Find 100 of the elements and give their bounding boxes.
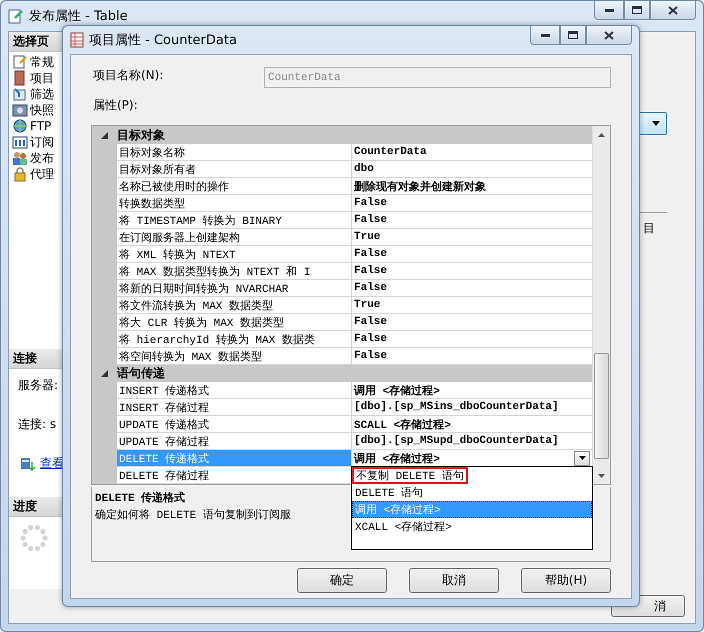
value-text: False xyxy=(354,248,388,260)
property-name[interactable]: DELETE 存储过程 xyxy=(117,467,352,484)
property-name[interactable]: 转换数据类型 xyxy=(117,195,352,212)
close-button[interactable] xyxy=(586,26,632,45)
properties-label: 属性(P): xyxy=(93,97,139,114)
property-name[interactable]: INSERT 传递格式 xyxy=(117,382,352,399)
dropdown-option[interactable]: DELETE 语句 xyxy=(352,484,592,501)
sidebar-item[interactable]: 订阅 xyxy=(12,134,54,150)
page-icon xyxy=(12,54,28,70)
table-icon xyxy=(12,134,28,150)
name-label: 项目名称(N): xyxy=(93,67,164,84)
globe-icon xyxy=(12,118,28,134)
value-text: True xyxy=(354,231,382,243)
property-value[interactable]: SCALL <存储过程> xyxy=(352,416,592,433)
property-name[interactable]: 将 TIMESTAMP 转换为 BINARY xyxy=(117,212,352,229)
value-text: False xyxy=(354,282,388,294)
sidebar-item[interactable]: 常规 xyxy=(12,54,54,70)
close-button[interactable] xyxy=(650,1,696,20)
value-text: False xyxy=(354,214,388,226)
close-icon xyxy=(604,30,614,40)
property-name[interactable]: 将大 CLR 转换为 MAX 数据类型 xyxy=(117,314,352,331)
property-value[interactable]: 调用 <存储过程> xyxy=(352,382,592,399)
view-link[interactable]: 查看 xyxy=(40,455,64,472)
value-text: SCALL <存储过程> xyxy=(354,418,452,432)
value-text: False xyxy=(354,265,388,277)
help-button[interactable]: 帮助(H) xyxy=(521,568,611,593)
dropdown-button[interactable] xyxy=(574,450,590,466)
sidebar-item[interactable]: 发布 xyxy=(12,150,54,166)
property-value[interactable]: False xyxy=(352,263,592,280)
lock-icon xyxy=(12,166,28,182)
property-value[interactable]: [dbo].[sp_MSupd_dboCounterData] xyxy=(352,433,592,450)
dropdown-option[interactable]: 不复制 DELETE 语句 xyxy=(352,467,468,484)
property-value[interactable]: False xyxy=(352,246,592,263)
property-name[interactable]: 目标对象所有者 xyxy=(117,161,352,178)
maximize-button[interactable] xyxy=(560,26,586,45)
dropdown-option[interactable]: XCALL <存储过程> xyxy=(352,518,592,535)
value-text: True xyxy=(354,299,382,311)
sidebar-item[interactable]: FTP xyxy=(12,118,52,134)
property-value[interactable]: False xyxy=(352,314,592,331)
option-label: 目 xyxy=(643,220,655,237)
minimize-icon xyxy=(604,8,614,12)
property-value[interactable]: False xyxy=(352,212,592,229)
value-text: 调用 <存储过程> xyxy=(354,452,441,466)
cancel-button[interactable]: 取消 xyxy=(409,568,499,593)
value-text: 删除现有对象并创建新对象 xyxy=(354,180,487,194)
value-text: False xyxy=(354,350,388,362)
ok-button[interactable]: 确定 xyxy=(297,568,387,593)
value-text: False xyxy=(354,316,388,328)
server-label: 服务器: xyxy=(18,377,58,394)
property-value[interactable]: CounterData xyxy=(352,144,592,161)
minimize-button[interactable] xyxy=(530,26,560,45)
value-text: [dbo].[sp_MSupd_dboCounterData] xyxy=(354,435,560,447)
property-name[interactable]: 将文件流转换为 MAX 数据类型 xyxy=(117,297,352,314)
property-value[interactable]: False xyxy=(352,331,592,348)
spinner-icon xyxy=(19,523,49,553)
property-value[interactable]: False xyxy=(352,348,592,365)
property-name[interactable]: 在订阅服务器上创建架构 xyxy=(117,229,352,246)
property-value[interactable]: dbo xyxy=(352,161,592,178)
property-name[interactable]: INSERT 存储过程 xyxy=(117,399,352,416)
maximize-button[interactable] xyxy=(624,1,650,20)
maximize-icon xyxy=(568,31,578,39)
filter-icon xyxy=(12,86,28,102)
collapse-icon[interactable] xyxy=(101,132,108,139)
minimize-button[interactable] xyxy=(594,1,624,20)
window-title: 发布属性 - Table xyxy=(29,8,129,25)
property-value[interactable]: False xyxy=(352,280,592,297)
property-name[interactable]: UPDATE 存储过程 xyxy=(117,433,352,450)
value-text: 调用 <存储过程> xyxy=(354,384,441,398)
value-text: CounterData xyxy=(354,146,428,158)
sidebar-item[interactable]: 项目 xyxy=(12,70,54,86)
table-icon xyxy=(70,32,84,48)
scroll-down-icon[interactable] xyxy=(598,474,605,478)
server-icon xyxy=(20,456,36,472)
property-name[interactable]: 将新的日期时间转换为 NVARCHAR xyxy=(117,280,352,297)
scroll-thumb[interactable] xyxy=(594,353,609,459)
value-text: False xyxy=(354,333,388,345)
scrollbar[interactable] xyxy=(592,126,610,484)
value-text: False xyxy=(354,197,388,209)
people-icon xyxy=(12,150,28,166)
sidebar-item[interactable]: 代理 xyxy=(12,166,54,182)
property-value[interactable]: True xyxy=(352,297,592,314)
property-value[interactable]: [dbo].[sp_MSins_dboCounterData] xyxy=(352,399,592,416)
property-value[interactable]: 删除现有对象并创建新对象 xyxy=(352,178,592,195)
property-name[interactable]: 目标对象名称 xyxy=(117,144,352,161)
minimize-icon xyxy=(540,34,550,36)
property-name[interactable]: 名称已被使用时的操作 xyxy=(117,178,352,195)
property-value[interactable]: True xyxy=(352,229,592,246)
close-icon xyxy=(668,6,678,14)
property-name[interactable]: 将 hierarchyId 转换为 MAX 数据类 xyxy=(117,331,352,348)
property-name[interactable]: 将 XML 转换为 NTEXT xyxy=(117,246,352,263)
sidebar-item[interactable]: 快照 xyxy=(12,102,54,118)
property-name[interactable]: 将 MAX 数据类型转换为 NTEXT 和 I xyxy=(117,263,352,280)
scroll-up-icon[interactable] xyxy=(598,132,605,136)
property-name[interactable]: 将空间转换为 MAX 数据类型 xyxy=(117,348,352,365)
category-header[interactable]: 目标对象 xyxy=(117,127,165,144)
maximize-icon xyxy=(632,6,642,14)
sidebar-item[interactable]: 筛选 xyxy=(12,86,54,102)
document-pen-icon xyxy=(8,8,24,24)
property-name[interactable]: UPDATE 传递格式 xyxy=(117,416,352,433)
property-value[interactable]: False xyxy=(352,195,592,212)
